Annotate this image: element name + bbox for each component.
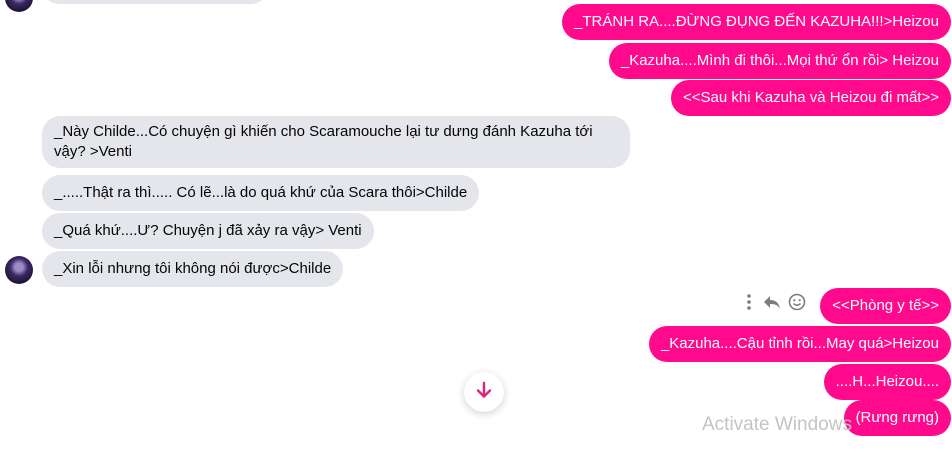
outgoing-message[interactable]: (Rưng rưng) <box>843 400 951 436</box>
outgoing-message[interactable]: <<Phòng y tế>> <box>820 288 951 324</box>
avatar[interactable] <box>5 0 33 12</box>
outgoing-message[interactable]: <<Sau khi Kazuha và Heizou đi mất>> <box>671 80 951 116</box>
incoming-message[interactable]: _Quá khứ....Ư? Chuyện j đã xảy ra vậy> V… <box>42 213 374 249</box>
outgoing-message[interactable]: ....H...Heizou.... <box>823 364 951 400</box>
reply-icon[interactable] <box>762 293 782 315</box>
smiley-icon[interactable] <box>788 293 806 315</box>
message-actions <box>742 293 806 315</box>
sender-avatar[interactable] <box>5 256 33 284</box>
activate-windows-watermark: Activate Windows <box>702 414 852 435</box>
more-vertical-icon[interactable] <box>742 293 756 315</box>
incoming-message[interactable]: _.....Thật ra thì..... Có lẽ...là do quá… <box>42 175 480 211</box>
outgoing-message[interactable]: _Kazuha....Mình đi thôi...Mọi thứ ổn rồi… <box>608 43 951 79</box>
outgoing-message[interactable]: _Kazuha....Cậu tỉnh rồi...May quá>Heizou <box>648 326 951 362</box>
arrow-down-icon <box>474 380 494 404</box>
incoming-message[interactable]: _Xin lỗi nhưng tôi không nói được>Childe <box>42 251 344 287</box>
outgoing-message[interactable]: _TRÁNH RA....ĐỪNG ĐỤNG ĐẾN KAZUHA!!!>Hei… <box>562 4 951 40</box>
scroll-to-bottom-button[interactable] <box>464 372 504 412</box>
incoming-message[interactable]: _Này Childe...Có chuyện gì khiến cho Sca… <box>42 116 630 168</box>
incoming-message-partial[interactable] <box>42 0 268 4</box>
